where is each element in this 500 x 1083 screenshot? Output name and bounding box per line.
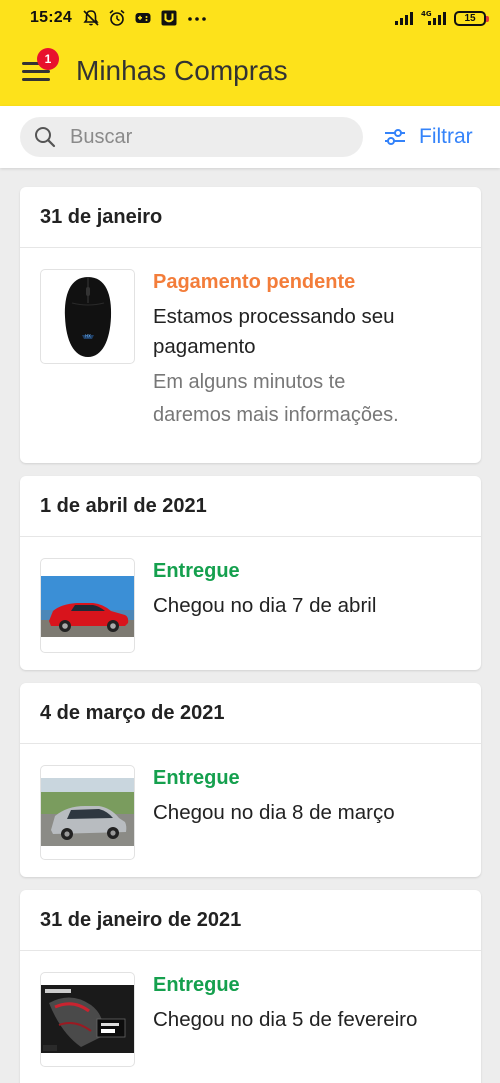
menu-button[interactable]: 1 <box>22 48 59 82</box>
product-image-mouse: HX <box>40 269 135 364</box>
mouse-image: HX <box>64 276 111 357</box>
status-time: 15:24 <box>30 9 72 26</box>
order-date: 4 de março de 2021 <box>20 683 481 744</box>
search-icon <box>35 127 56 148</box>
menu-icon-bar <box>22 78 50 81</box>
order-message: Chegou no dia 5 de fevereiro <box>153 1008 418 1031</box>
page-title: Minhas Compras <box>76 55 288 86</box>
order-body: Entregue Chegou no dia 7 de abril <box>20 537 481 653</box>
product-image-silver-car <box>40 765 135 860</box>
signal-icon <box>395 12 413 25</box>
order-note: Em alguns minutos te daremos mais inform… <box>153 366 399 432</box>
filter-label: Filtrar <box>419 125 473 148</box>
red-car-image <box>41 576 134 637</box>
status-bar: 15:24 4G 15 <box>0 0 500 36</box>
filter-button[interactable]: Filtrar <box>383 125 473 149</box>
gpu-box-image <box>41 985 134 1053</box>
order-message: Chegou no dia 7 de abril <box>153 594 377 617</box>
order-info: Entregue Chegou no dia 7 de abril <box>153 558 376 653</box>
status-icons <box>82 9 208 27</box>
search-box[interactable] <box>20 117 363 157</box>
alarm-icon <box>109 9 125 26</box>
order-date: 31 de janeiro de 2021 <box>20 890 481 951</box>
order-info: Entregue Chegou no dia 8 de março <box>153 765 395 860</box>
order-note-line: daremos mais informações. <box>153 404 399 426</box>
order-body: Entregue Chegou no dia 5 de fevereiro <box>20 951 481 1067</box>
app-u-icon <box>161 10 177 26</box>
silver-car-image <box>41 778 134 846</box>
order-body: HX Pagamento pendente Estamos processand… <box>20 248 481 432</box>
svg-text:4G: 4G <box>421 10 432 18</box>
status-delivered: Entregue <box>153 560 240 582</box>
search-bar: Filtrar <box>0 106 500 168</box>
bell-off-icon <box>83 10 99 26</box>
status-delivered: Entregue <box>153 767 240 789</box>
order-date: 1 de abril de 2021 <box>20 476 481 537</box>
battery-icon: 15 <box>454 10 489 26</box>
filter-sliders-icon <box>385 129 405 145</box>
order-message: Chegou no dia 8 de março <box>153 801 395 824</box>
order-card[interactable]: 31 de janeiro de 2021 Entregue Chegou no <box>20 890 481 1083</box>
order-card[interactable]: 1 de abril de 2021 Entregue Chegou no di… <box>20 476 481 670</box>
status-right: 4G 15 <box>394 9 489 27</box>
more-dots-icon <box>188 17 206 21</box>
order-card[interactable]: 31 de janeiro HX Pagamento pendente Esta… <box>20 187 481 463</box>
order-date: 31 de janeiro <box>20 187 481 248</box>
product-image-gpu-box <box>40 972 135 1067</box>
app-bar: 1 Minhas Compras <box>0 36 500 106</box>
status-delivered: Entregue <box>153 974 240 996</box>
order-note-line: Em alguns minutos te <box>153 371 346 393</box>
signal-4g-icon: 4G <box>421 10 446 25</box>
gamepad-icon <box>135 13 151 23</box>
order-card[interactable]: 4 de março de 2021 Entregue Chegou no di… <box>20 683 481 877</box>
notification-badge: 1 <box>37 48 59 70</box>
order-message: Estamos processando seu <box>153 305 395 328</box>
status-pending: Pagamento pendente <box>153 271 356 293</box>
menu-icon-bar <box>22 70 50 73</box>
product-image-red-car <box>40 558 135 653</box>
search-input[interactable] <box>70 125 310 149</box>
svg-text:HX: HX <box>85 333 91 338</box>
order-message: pagamento <box>153 335 256 358</box>
order-body: Entregue Chegou no dia 8 de março <box>20 744 481 860</box>
orders-list: 31 de janeiro HX Pagamento pendente Esta… <box>20 187 481 1083</box>
order-info: Pagamento pendente Estamos processando s… <box>153 269 399 432</box>
order-info: Entregue Chegou no dia 5 de fevereiro <box>153 972 417 1067</box>
